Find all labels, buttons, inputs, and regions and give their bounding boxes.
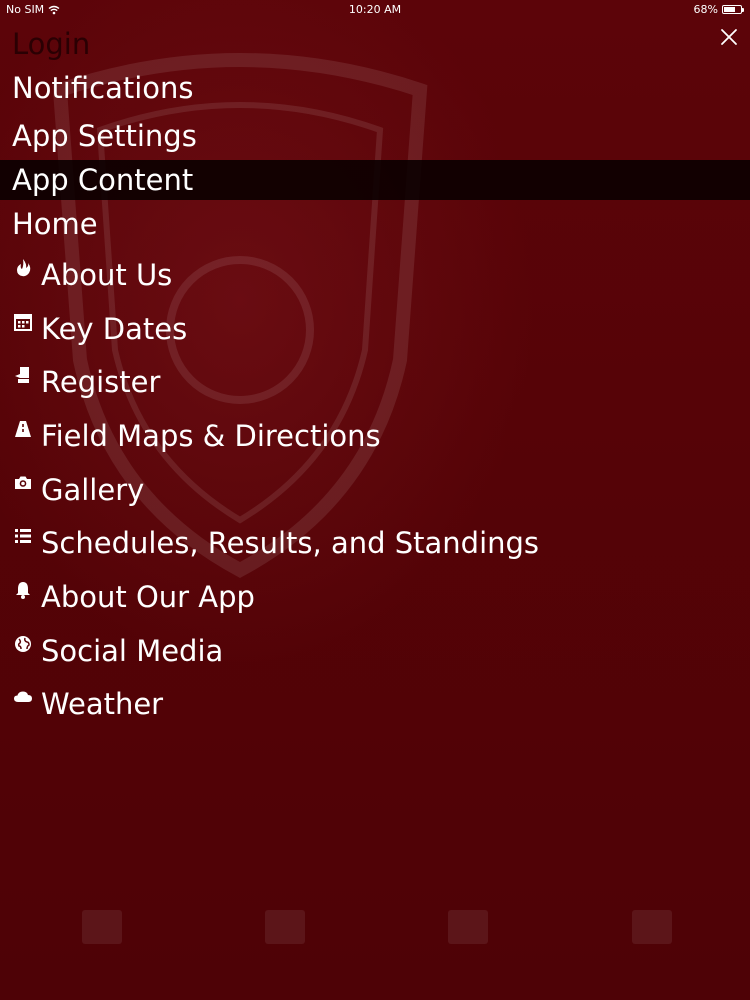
register-icon [15,367,29,384]
battery-icon [722,5,744,14]
battery-percent: 68% [693,3,718,16]
menu-item-label: Social Media [41,633,224,668]
menu-item-about-us[interactable]: About Us [0,248,750,302]
battery-fill [724,7,735,12]
menu-item-social-media[interactable]: Social Media [0,624,750,678]
menu-item-notifications[interactable]: Notifications [0,64,750,112]
menu-item-weather[interactable]: Weather [0,678,750,732]
bell-icon [16,581,30,599]
menu-item-register[interactable]: Register [0,355,750,409]
side-menu: Login Notifications App Settings App Con… [0,24,750,731]
tab-ghost-icon [448,910,488,944]
background-tab-bar [0,900,750,970]
menu-item-label: Weather [41,687,164,722]
status-bar: No SIM 10:20 AM 68% [0,0,750,20]
menu-item-label: App Content [12,163,194,197]
road-icon [15,420,31,437]
menu-item-home[interactable]: Home [0,200,750,248]
camera-icon [15,476,31,489]
menu-item-label: About Our App [41,579,255,614]
menu-item-login[interactable]: Login [0,24,750,64]
tab-ghost-icon [82,910,122,944]
menu-item-label: Schedules, Results, and Standings [41,526,540,561]
menu-item-app-settings[interactable]: App Settings [0,112,750,160]
status-right: 68% [693,3,744,16]
menu-item-label: Key Dates [41,311,188,346]
menu-item-gallery[interactable]: Gallery [0,463,750,517]
tab-ghost-icon [265,910,305,944]
menu-item-label: Register [41,365,161,400]
menu-item-label: Notifications [12,71,194,105]
menu-item-field-maps[interactable]: Field Maps & Directions [0,409,750,463]
menu-item-schedules[interactable]: Schedules, Results, and Standings [0,516,750,570]
menu-item-label: Home [12,207,98,241]
menu-item-label: Field Maps & Directions [41,418,381,453]
menu-item-label: Gallery [41,472,145,507]
menu-item-key-dates[interactable]: Key Dates [0,302,750,356]
fire-icon [17,258,31,277]
menu-item-label: App Settings [12,119,197,153]
app-screen: No SIM 10:20 AM 68% Login Notifications … [0,0,750,1000]
menu-item-label: About Us [41,257,173,292]
menu-item-label: Login [12,27,91,61]
menu-item-about-our-app[interactable]: About Our App [0,570,750,624]
status-time: 10:20 AM [348,3,402,16]
menu-item-app-content[interactable]: App Content [0,160,750,200]
tab-ghost-icon [632,910,672,944]
list-icon [15,529,31,544]
calendar-icon [14,313,32,331]
cloud-icon [14,691,32,703]
globe-icon [15,635,31,652]
